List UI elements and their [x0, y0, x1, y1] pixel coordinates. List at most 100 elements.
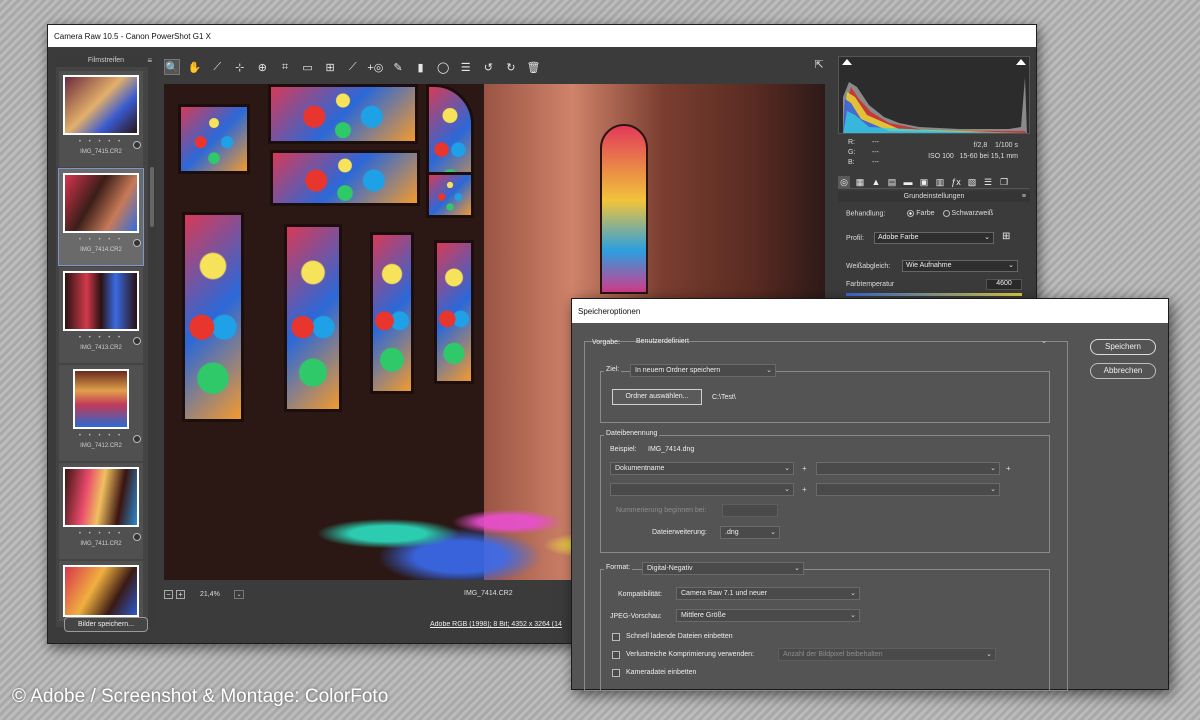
tab-tone-curve-icon[interactable]: ▦ [854, 176, 866, 188]
edited-badge-icon [133, 435, 141, 443]
save-button[interactable]: Speichern [1090, 339, 1156, 355]
filmstrip-scrollbar[interactable] [148, 67, 156, 627]
rotate-left-icon[interactable]: ↺ [480, 59, 496, 75]
plus-icon: + [1006, 464, 1011, 473]
extension-value: .dng [725, 529, 739, 536]
cancel-button[interactable]: Abbrechen [1090, 363, 1156, 379]
radio-icon [907, 210, 915, 217]
filmstrip-header: Filmstreifen ≡ [56, 55, 156, 67]
crop-icon[interactable]: ⌗ [277, 59, 293, 75]
rotate-right-icon[interactable]: ↻ [503, 59, 519, 75]
zoom-icon[interactable]: 🔍 [164, 59, 180, 75]
thumbnail-image [63, 565, 139, 617]
embed-camera-file-checkbox[interactable] [612, 669, 620, 677]
menu-icon[interactable]: ≡ [1022, 191, 1026, 202]
save-images-button[interactable]: Bilder speichern... [64, 617, 148, 632]
destination-select[interactable]: In neuem Ordner speichern ⌄ [630, 364, 776, 377]
naming-field-1[interactable]: Dokumentname ⌄ [610, 462, 794, 475]
naming-field-2[interactable]: ⌄ [816, 462, 1000, 475]
camera-exposure: f/2,8 1/100 s [928, 142, 1018, 149]
jpeg-preview-label: JPEG-Vorschau: [610, 613, 662, 620]
preset-select[interactable]: Benutzerdefiniert ⌄ [632, 336, 1050, 349]
color-radio[interactable]: Farbe [907, 210, 935, 218]
highlight-clipping-icon[interactable] [1016, 59, 1026, 65]
extension-select[interactable]: .dng ⌄ [720, 526, 780, 539]
adjustment-brush-icon[interactable]: ✎ [390, 59, 406, 75]
naming-field-4[interactable]: ⌄ [816, 483, 1000, 496]
spot-removal-icon[interactable]: ⟋ [345, 59, 361, 75]
rating-stars[interactable]: • • • • • [59, 531, 143, 537]
file-naming-label: Dateibenennung [604, 430, 660, 437]
menu-icon[interactable]: ≡ [147, 56, 152, 65]
tab-effects-icon[interactable]: ƒx [950, 176, 962, 188]
white-balance-select[interactable]: Wie Aufnahme ⌄ [902, 260, 1018, 272]
temperature-slider[interactable] [846, 293, 1022, 296]
tab-basic-icon[interactable]: ◎ [838, 175, 850, 188]
zoom-out-button[interactable]: − [164, 589, 173, 599]
aperture: f/2,8 [973, 142, 988, 149]
fullscreen-icon[interactable]: ⇱ [811, 58, 827, 74]
lossy-compression-label: Verlustreiche Komprimierung verwenden: [626, 651, 755, 658]
tab-transform-icon[interactable]: ▥ [934, 176, 946, 188]
temperature-value[interactable]: 4600 [986, 279, 1022, 290]
filmstrip-item-label: IMG_7415.CR2 [80, 149, 122, 155]
tab-detail-icon[interactable]: ▲ [870, 176, 882, 188]
fast-load-checkbox[interactable] [612, 633, 620, 641]
chevron-down-icon: ⌄ [1008, 262, 1014, 269]
naming-field-3[interactable]: ⌄ [610, 483, 794, 496]
filmstrip-item[interactable]: • • • • • IMG_7413.CR2 [59, 267, 143, 363]
hand-icon[interactable]: ✋ [187, 59, 203, 75]
filmstrip-item[interactable]: • • • • • IMG_7415.CR2 [59, 71, 143, 167]
jpeg-preview-select[interactable]: Mittlere Größe ⌄ [676, 609, 860, 622]
compatibility-select[interactable]: Camera Raw 7.1 und neuer ⌄ [676, 587, 860, 600]
b-label: B: [848, 159, 855, 166]
profile-select[interactable]: Adobe Farbe ⌄ [874, 232, 994, 244]
filmstrip-item[interactable]: • • • • • IMG_7412.CR2 [59, 365, 143, 461]
color-radio-label: Farbe [916, 210, 935, 218]
workflow-options-link[interactable]: Adobe RGB (1998); 8 Bit; 4352 x 3264 (14 [430, 621, 570, 628]
temperature-label: Farbtemperatur [846, 281, 895, 288]
bw-radio[interactable]: Schwarzweiß [942, 210, 993, 217]
tab-presets-icon[interactable]: ☰ [982, 176, 994, 188]
straighten-icon[interactable]: ▭ [300, 59, 316, 75]
white-balance-icon[interactable]: ⟋ [209, 59, 225, 75]
shadow-clipping-icon[interactable] [842, 59, 852, 65]
far-stained-glass-window [600, 124, 648, 294]
format-select[interactable]: Digital-Negativ ⌄ [642, 562, 804, 575]
chevron-down-icon: ⌄ [850, 612, 856, 619]
stained-glass-window [426, 172, 474, 218]
section-title: Grundeinstellungen [903, 193, 965, 200]
lossy-compression-select[interactable]: Anzahl der Bildpixel beibehalten ⌄ [778, 648, 996, 661]
camera-iso-lens: ISO 100 15-60 bei 15,1 mm [928, 153, 1018, 160]
zoom-dropdown[interactable]: ⌄ [234, 589, 244, 599]
rating-stars[interactable]: • • • • • [59, 433, 143, 439]
tab-lens-icon[interactable]: ▣ [918, 176, 930, 188]
lossy-compression-checkbox[interactable] [612, 651, 620, 659]
rating-stars[interactable]: • • • • • [59, 139, 143, 145]
scrollbar-thumb[interactable] [150, 167, 154, 227]
preferences-icon[interactable]: ☰ [458, 59, 474, 75]
rating-stars[interactable]: • • • • • [59, 335, 143, 341]
chevron-down-icon: ⌄ [986, 651, 992, 658]
rating-stars[interactable]: • • • • • [59, 237, 143, 243]
tab-snapshots-icon[interactable]: ❐ [998, 176, 1010, 188]
filmstrip-item[interactable] [59, 561, 143, 621]
graduated-filter-icon[interactable]: ▮ [413, 59, 429, 75]
filmstrip-item-selected[interactable]: • • • • • IMG_7414.CR2 [58, 168, 144, 266]
trash-icon[interactable]: 🗑 [526, 59, 542, 75]
tab-split-toning-icon[interactable]: ▬ [902, 176, 914, 188]
profile-browser-icon[interactable]: ⊞ [1002, 231, 1018, 245]
filmstrip-item[interactable]: • • • • • IMG_7411.CR2 [59, 463, 143, 559]
target-adjust-icon[interactable]: ⊕ [254, 59, 270, 75]
color-sampler-icon[interactable]: ⊹ [232, 59, 248, 75]
tab-calibration-icon[interactable]: ▧ [966, 176, 978, 188]
red-eye-icon[interactable]: +◎ [367, 59, 383, 75]
radial-filter-icon[interactable]: ◯ [435, 59, 451, 75]
zoom-in-button[interactable]: + [176, 589, 185, 599]
format-label: Format: [604, 564, 633, 571]
transform-icon[interactable]: ⊞ [322, 59, 338, 75]
numbering-input[interactable] [722, 504, 778, 517]
tab-hsl-icon[interactable]: ▤ [886, 176, 898, 188]
select-folder-button[interactable]: Ordner auswählen... [612, 389, 702, 405]
g-value: --- [872, 149, 879, 156]
